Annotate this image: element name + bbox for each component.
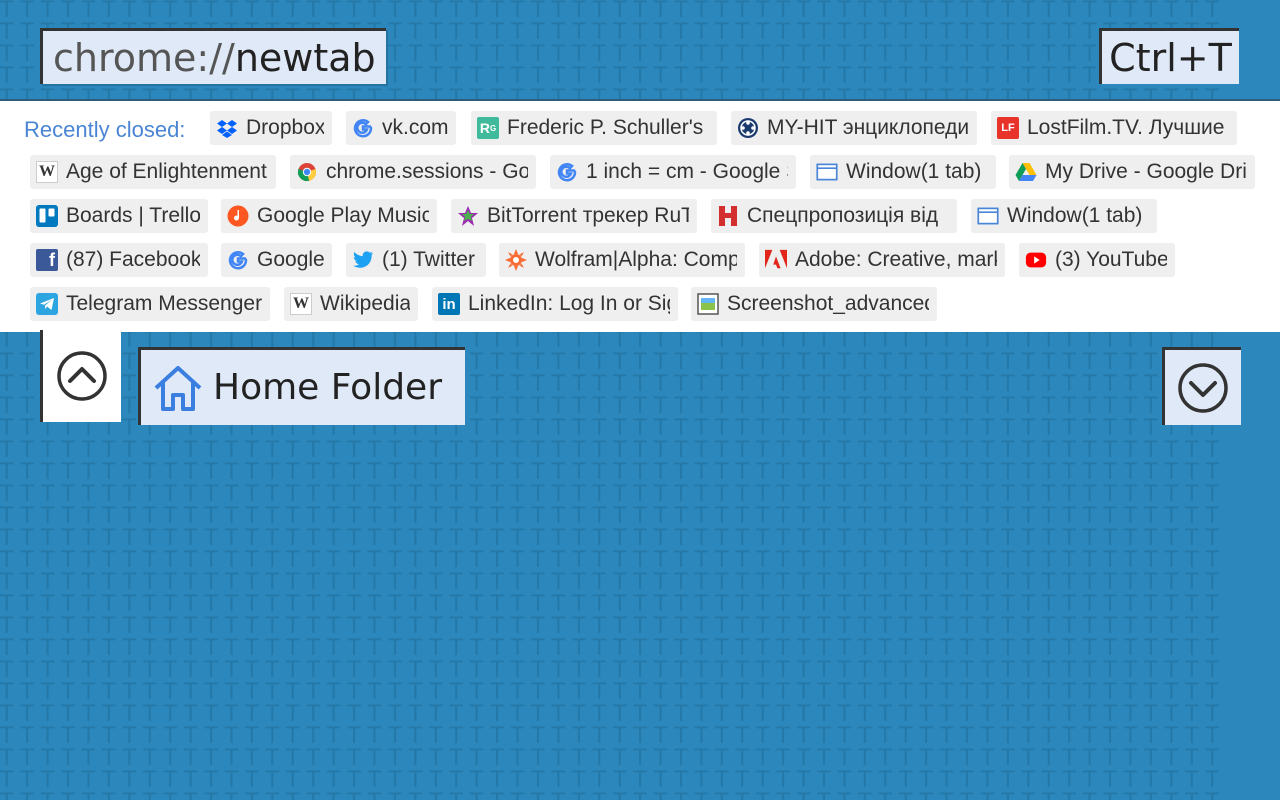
screenshot-icon [697,293,719,315]
home-folder-button[interactable]: Home Folder [138,347,465,425]
facebook-icon: f [36,249,58,271]
recently-closed-item-title: (3) YouTube [1055,248,1167,271]
home-folder-label: Home Folder [213,367,443,408]
recently-closed-item-title: Frederic P. Schuller's r [507,116,709,139]
wikipedia-icon: W [290,293,312,315]
address-box[interactable]: chrome://newtab [40,28,386,84]
url-scheme: chrome:// [53,35,235,80]
recently-closed-item[interactable]: BitTorrent трекер RuT [451,199,697,233]
new-tab-shortcut[interactable]: Ctrl+T [1099,28,1239,84]
recently-closed-item-title: (87) Facebook [66,248,200,271]
recently-closed-item-title: BitTorrent трекер RuT [487,204,689,227]
adobe-icon [765,249,787,271]
linkedin-icon: in [438,293,460,315]
recently-closed-item-title: Age of Enlightenment [66,160,267,183]
recently-closed-item-title: My Drive - Google Driv [1045,160,1247,183]
recently-closed-item-title: MY-HIT энциклопеди [767,116,969,139]
scroll-down-button[interactable] [1162,347,1241,425]
recently-closed-item[interactable]: Window(1 tab) [971,199,1157,233]
wolfram-icon [505,249,527,271]
recently-closed-item[interactable]: W Age of Enlightenment [30,155,276,189]
scroll-up-button[interactable] [40,330,121,422]
recently-closed-item[interactable]: (1) Twitter [346,243,486,277]
chrome-icon [296,161,318,183]
recently-closed-item[interactable]: chrome.sessions - Go [290,155,536,189]
recently-closed-item-title: Спецпропозиція від [747,204,939,227]
recently-closed-item[interactable]: LF LostFilm.TV. Лучшие [991,111,1237,145]
google-icon [556,161,578,183]
recently-closed-item-title: Window(1 tab) [846,160,982,183]
recently-closed-item[interactable]: Google [221,243,332,277]
recently-closed-item[interactable]: Google Play Music [221,199,437,233]
twitter-icon [352,249,374,271]
recently-closed-item[interactable]: Telegram Messenger [30,287,270,321]
researchgate-icon: RG [477,117,499,139]
recently-closed-item-title: Screenshot_advanced [727,292,929,315]
url-host: newtab [234,35,376,80]
telegram-icon [36,293,58,315]
recently-closed-item-title: LostFilm.TV. Лучшие [1027,116,1225,139]
recently-closed-label: Recently closed: [24,117,186,142]
recently-closed-item[interactable]: Boards | Trello [30,199,208,233]
recently-closed-item-title: Window(1 tab) [1007,204,1143,227]
recently-closed-item-title: Dropbox [246,116,324,139]
recently-closed-item-title: Wikipedia [320,292,410,315]
recently-closed-item[interactable]: f (87) Facebook [30,243,208,277]
recently-closed-item[interactable]: vk.com [346,111,456,145]
recently-closed-item-title: Wolfram|Alpha: Comp [535,248,737,271]
google-drive-icon [1015,161,1037,183]
recently-closed-item[interactable]: MY-HIT энциклопеди [731,111,977,145]
window-icon [816,161,838,183]
lostfilm-icon: LF [997,117,1019,139]
trello-icon [36,205,58,227]
recently-closed-item-title: Telegram Messenger [66,292,262,315]
recently-closed-item-title: 1 inch = cm - Google S [586,160,788,183]
google-icon [352,117,374,139]
play-music-icon [227,205,249,227]
h-logo-icon [717,205,739,227]
recently-closed-item[interactable]: W Wikipedia [284,287,418,321]
recently-closed-item-title: Google Play Music [257,204,429,227]
recently-closed-item-title: Google [257,248,324,271]
youtube-icon [1025,249,1047,271]
recently-closed-item-title: chrome.sessions - Go [326,160,528,183]
chevron-up-icon [57,351,107,401]
recently-closed-item-title: vk.com [382,116,448,139]
recently-closed-item[interactable]: 1 inch = cm - Google S [550,155,796,189]
recently-closed-item[interactable]: Screenshot_advanced [691,287,937,321]
house-icon [154,365,202,411]
wikipedia-icon: W [36,161,58,183]
recently-closed-item[interactable]: (3) YouTube [1019,243,1175,277]
recently-closed-item[interactable]: in LinkedIn: Log In or Sig [432,287,678,321]
recently-closed-item[interactable]: Wolfram|Alpha: Comp [499,243,745,277]
window-icon [977,205,999,227]
recently-closed-item-title: LinkedIn: Log In or Sig [468,292,670,315]
recently-closed-item-title: Boards | Trello [66,204,200,227]
recently-closed-item[interactable]: Adobe: Creative, mark [759,243,1005,277]
recently-closed-item[interactable]: Спецпропозиція від [711,199,957,233]
chevron-down-icon [1178,362,1228,413]
recently-closed-item[interactable]: R G Frederic P. Schuller's r [471,111,717,145]
rutracker-icon [457,205,479,227]
recently-closed-item[interactable]: Window(1 tab) [810,155,996,189]
dropbox-icon [216,117,238,139]
recently-closed-item-title: Adobe: Creative, mark [795,248,997,271]
recently-closed-item[interactable]: Dropbox [210,111,332,145]
recently-closed-panel: Recently closed: Dropbox vk.com R G Frederic… [0,99,1280,332]
recently-closed-item[interactable]: My Drive - Google Driv [1009,155,1255,189]
film-reel-icon [737,117,759,139]
recently-closed-item-title: (1) Twitter [382,248,475,271]
google-icon [227,249,249,271]
